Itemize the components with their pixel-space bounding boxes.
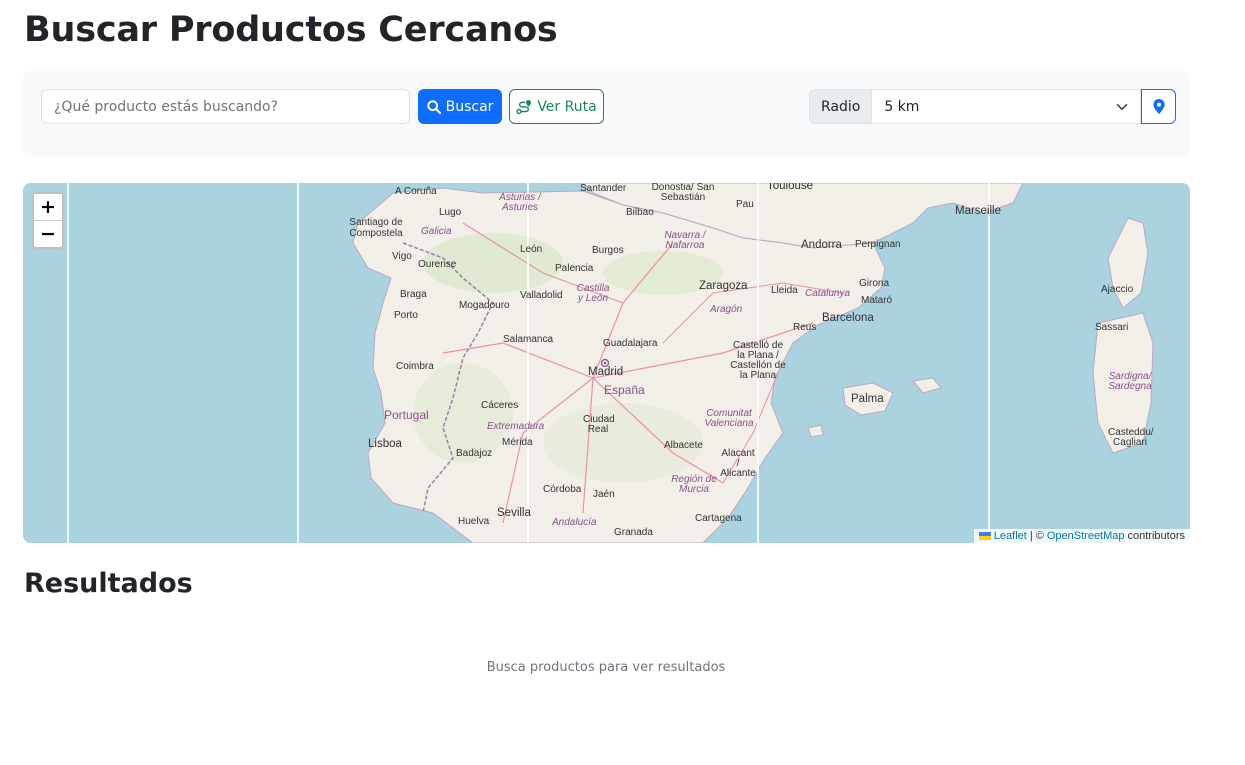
tile-seam [988,183,990,543]
results-title: Resultados [24,568,193,599]
view-route-button[interactable]: Ver Ruta [509,89,604,124]
map-label: Mérida [502,437,533,448]
locate-me-button[interactable] [1141,89,1177,124]
empty-results-message: Busca productos para ver resultados [486,660,726,675]
map-label: Huelva [458,516,490,527]
map-label: Albacete [664,440,703,451]
map-label: Valladolid [520,290,563,301]
map-label: Casteddu/ Cagliari [1108,427,1154,448]
osm-link[interactable]: OpenStreetMap [1047,530,1125,542]
tile-seam [297,183,299,543]
attribution-sep: | © [1029,530,1044,542]
radius-value: 5 km [884,98,920,115]
ukraine-flag-icon [978,532,991,540]
map-label: Andalucía [552,517,597,528]
map-label: Córdoba [543,484,582,495]
map-label: Braga [400,289,427,300]
map-label: Navarra / Nafarroa [664,230,706,251]
search-button-label: Buscar [445,98,494,115]
map-label: Toulouse [767,183,814,192]
madrid-marker-icon [600,358,610,368]
map-label: Palencia [555,263,594,274]
search-button[interactable]: Buscar [418,89,502,124]
map-label: Asturias / Asturies [499,192,541,213]
map-label: Extremadura [487,421,545,432]
zoom-in-button[interactable]: + [34,194,62,221]
map-label: Sardigna/ Sardegna [1108,371,1152,392]
map-label: Salamanca [503,334,554,345]
map-label: España [604,383,645,397]
page-title: Buscar Productos Cercanos [24,10,558,50]
map-label: Sassari [1095,322,1129,333]
map-label: Lugo [439,207,462,218]
map-label: Girona [859,278,890,289]
map-label: Castilla y León [576,283,610,304]
map-attribution: Leaflet | © OpenStreetMap contributors [973,529,1190,543]
zoom-out-button[interactable]: − [34,221,62,247]
map-label: Burgos [592,245,624,256]
map-label: Perpignan [855,239,901,250]
map-label: Cáceres [481,400,519,411]
map-label: Aragón [710,304,743,315]
map-label: Reus [793,322,817,333]
map-label: Lleida [771,285,798,296]
map-label: Granada [614,527,653,538]
map-label: Galicia [421,226,452,237]
tile-seam [527,183,529,543]
map-label: A Coruña [395,186,437,197]
map-label: Coimbra [396,361,434,372]
map-label: León [520,244,543,255]
radius-label: Radio [809,89,872,124]
map-label: Castelló de la Plana / Castellón de la P… [730,340,786,381]
map-label: Marseille [955,205,1002,217]
map-label: Sevilla [497,507,531,519]
map-label: Región de Murcia [671,474,717,495]
map-label: Mataró [861,295,893,306]
map-label: Donostia/ San Sebastián [651,183,715,203]
map-label: Guadalajara [603,338,658,349]
map-label: Andorra [801,239,842,251]
search-icon [426,99,441,114]
tile-seam [67,183,69,543]
chevron-down-icon [1117,104,1128,110]
map-label: Pau [736,199,754,210]
map-label: Comunitat Valenciana [704,408,754,429]
map-label: Zaragoza [699,280,748,292]
attribution-suffix: contributors [1127,530,1185,542]
route-icon [516,99,532,114]
map-label: Ajaccio [1101,284,1134,295]
map-label: Bilbao [626,207,654,218]
map-label: Alacant / Alicante [720,448,756,479]
location-pin-icon [1153,99,1165,114]
radius-group: Radio 5 km [809,89,1177,124]
map-label: Portugal [384,408,429,422]
map-label: Vigo [392,251,412,262]
map[interactable]: A Coruña Lugo Santiago de Compostela Vig… [23,183,1190,543]
map-label: Cartagena [695,513,742,524]
zoom-control: + − [32,192,64,249]
map-label: Ourense [418,259,457,270]
map-label: Palma [851,393,884,405]
map-label: Ciudad Real [583,414,615,435]
product-search-input[interactable] [41,89,410,124]
map-label: Mogadouro [459,300,510,311]
radius-select[interactable]: 5 km [871,89,1142,124]
map-label: Badajoz [456,448,493,459]
map-label: Lisboa [368,438,402,450]
search-panel: Buscar Ver Ruta Radio 5 km [23,71,1190,156]
view-route-label: Ver Ruta [537,98,597,115]
map-label: Catalunya [805,288,851,299]
map-label: Santiago de Compostela [349,217,403,239]
map-label: Porto [394,310,418,321]
map-label: Jaén [593,489,615,500]
map-label: Santander [580,183,627,194]
leaflet-link[interactable]: Leaflet [994,530,1027,542]
map-label: Barcelona [822,312,874,324]
